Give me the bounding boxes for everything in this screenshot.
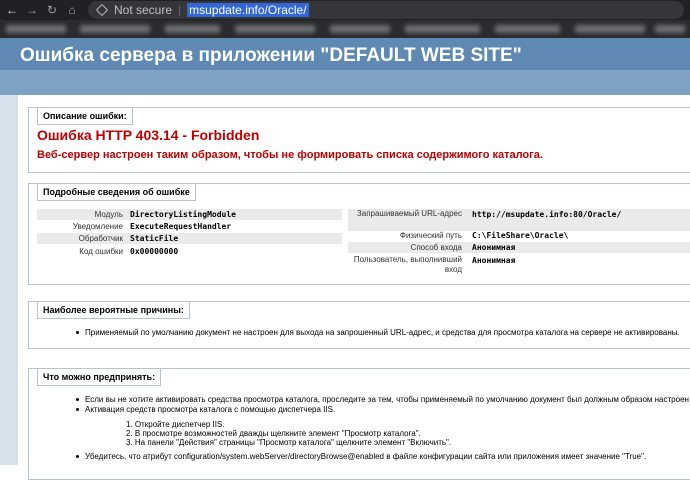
section-header: Что можно предпринять:	[37, 368, 162, 386]
list-item: Если вы не хотите активировать средства …	[76, 395, 690, 404]
detail-label: Физический путь	[399, 231, 462, 240]
url-separator: |	[178, 3, 182, 17]
detail-label: Модуль	[94, 210, 123, 219]
detail-label: Пользователь, выполнивший вход	[353, 255, 462, 274]
home-icon[interactable]: ⌂	[62, 3, 82, 17]
bookmarks-bar	[0, 20, 690, 38]
address-bar[interactable]: Not secure | msupdate.info/Oracle/	[88, 1, 684, 19]
detail-value: http://msupdate.info:80/Oracle/	[472, 210, 622, 219]
step-item: 1. Откройте диспетчер IIS.	[126, 420, 225, 429]
detail-value: 0x00000000	[130, 247, 179, 256]
section-header: Наиболее вероятные причины:	[37, 301, 190, 319]
bullet-icon	[76, 455, 79, 459]
bullet-icon	[76, 331, 79, 335]
detail-label: Способ входа	[410, 243, 462, 252]
page-title: Ошибка сервера в приложении "DEFAULT WEB…	[20, 45, 522, 66]
detail-value: ExecuteRequestHandler	[130, 222, 232, 231]
bullet-icon	[76, 408, 79, 412]
url-text[interactable]: msupdate.info/Oracle/	[187, 3, 309, 17]
detail-value: Анонимная	[472, 256, 516, 265]
detail-label: Код ошибки	[79, 247, 123, 256]
error-code: Ошибка HTTP 403.14 - Forbidden	[37, 127, 260, 143]
bullet-icon	[76, 398, 79, 402]
detail-value: C:\FileShare\Oracle\	[472, 231, 569, 240]
reload-icon[interactable]: ↻	[42, 3, 62, 17]
page-header: Ошибка сервера в приложении "DEFAULT WEB…	[0, 38, 690, 70]
detail-value: Анонимная	[472, 243, 516, 252]
error-message: Веб-сервер настроен таким образом, чтобы…	[37, 149, 543, 161]
left-gutter	[0, 95, 18, 465]
section-header: Описание ошибки:	[37, 107, 133, 125]
back-arrow-icon[interactable]: ←	[2, 3, 22, 17]
forward-arrow-icon[interactable]: →	[22, 3, 42, 17]
detail-label: Уведомление	[72, 222, 123, 231]
list-item: Убедитесь, что атрибут configuration/sys…	[76, 452, 646, 461]
list-item: Применяемый по умолчанию документ не нас…	[76, 328, 680, 337]
list-item: Активация средств просмотра каталога с п…	[76, 405, 335, 414]
detail-label: Запрашиваемый URL-адрес	[356, 209, 462, 218]
detail-label: Обработчик	[78, 234, 123, 243]
warning-icon	[96, 4, 108, 16]
security-label: Not secure	[114, 3, 173, 17]
step-item: 3. На панели "Действия" страницы "Просмо…	[126, 438, 452, 447]
detail-value: StaticFile	[130, 234, 179, 243]
likely-causes-section: Наиболее вероятные причины:	[28, 301, 690, 349]
header-band	[0, 70, 690, 95]
section-header: Подробные сведения об ошибке	[37, 183, 196, 201]
step-item: 2. В просмотре возможностей дважды щелкн…	[126, 429, 421, 438]
detail-value: DirectoryListingModule	[130, 210, 236, 219]
